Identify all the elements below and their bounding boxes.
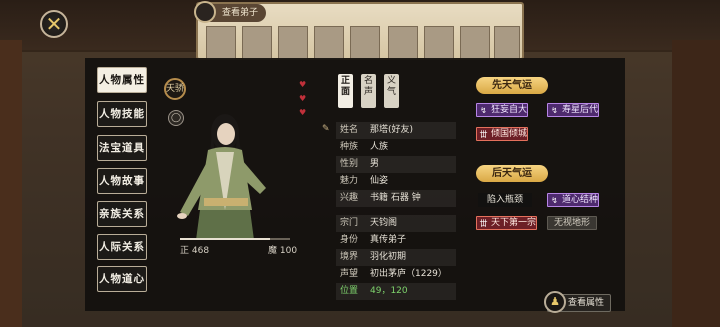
disciple-thumbnail[interactable] bbox=[494, 26, 520, 60]
fortune-tag[interactable]: 陷入瓶颈 bbox=[478, 193, 533, 207]
righteous-value: 正 468 bbox=[180, 246, 210, 256]
fortune-rune-icon: 丗 bbox=[479, 130, 488, 139]
edit-name-icon[interactable]: ✎ bbox=[322, 124, 332, 134]
heart-icon: ♥ bbox=[299, 80, 307, 89]
pillar-right bbox=[672, 40, 720, 327]
info-row-sect: 宗门 天钧阁 bbox=[336, 215, 456, 232]
info-row-position[interactable]: 位置 49，120 bbox=[336, 283, 456, 300]
menu-attributes[interactable]: 人物属性 bbox=[97, 67, 147, 93]
demonic-value: 魔 100 bbox=[268, 246, 298, 256]
info-row-interests: 兴趣 书籍 石器 钟 bbox=[336, 190, 456, 207]
talent-seal-icon[interactable]: 天骄 bbox=[164, 78, 186, 100]
figure-icon[interactable]: ♟ bbox=[544, 291, 566, 313]
menu-treasures[interactable]: 法宝道具 bbox=[97, 135, 147, 161]
info-row-identity: 身份 真传弟子 bbox=[340, 235, 407, 245]
tab-reputation[interactable]: 名声 bbox=[361, 74, 376, 108]
disciple-thumbnail[interactable] bbox=[206, 26, 236, 60]
alignment-bar-fill bbox=[180, 238, 271, 240]
fortune-tag[interactable]: 无视地形 bbox=[547, 216, 598, 230]
fortune-tag[interactable]: ↯ 寿星后代 bbox=[547, 103, 600, 117]
fortune-tag[interactable]: ↯ 道心结种 bbox=[547, 193, 600, 207]
info-row-gender: 性别男 bbox=[336, 156, 456, 173]
fortune-rune-icon: 丗 bbox=[479, 219, 488, 228]
heart-icon: ♥ bbox=[299, 94, 307, 103]
strip-avatar bbox=[194, 1, 216, 23]
tab-loyalty[interactable]: 义气 bbox=[384, 74, 399, 108]
disciple-thumbnail[interactable] bbox=[314, 26, 344, 60]
info-row-charm: 魅力 仙姿 bbox=[340, 176, 389, 186]
fortune-rune-icon: ↯ bbox=[551, 106, 558, 115]
disciple-thumbnail[interactable] bbox=[242, 26, 272, 60]
disciple-thumbnail[interactable] bbox=[350, 26, 380, 60]
disciple-thumbnail[interactable] bbox=[424, 26, 454, 60]
fortune-rune-icon: ↯ bbox=[551, 196, 558, 205]
info-row-realm: 境界 羽化初期 bbox=[336, 249, 456, 266]
menu-skills[interactable]: 人物技能 bbox=[97, 101, 147, 127]
info-row-prestige: 声望 初出茅庐（1229） bbox=[340, 269, 447, 279]
innate-fortune-header: 先天气运 bbox=[476, 77, 548, 94]
character-portrait bbox=[177, 114, 266, 240]
heart-icon: ♥ bbox=[299, 108, 307, 117]
pillar-left bbox=[0, 40, 22, 327]
fortune-tag[interactable]: 丗天下第一宗 bbox=[476, 216, 538, 230]
menu-family[interactable]: 亲族关系 bbox=[97, 201, 147, 227]
close-button[interactable]: ✕ bbox=[40, 10, 68, 38]
info-row-name: 姓名 那塔(好友) bbox=[336, 122, 456, 139]
menu-story[interactable]: 人物故事 bbox=[97, 168, 147, 194]
close-icon: ✕ bbox=[45, 12, 63, 36]
disciple-thumbnail[interactable] bbox=[278, 26, 308, 60]
menu-relations[interactable]: 人际关系 bbox=[97, 234, 147, 260]
fortune-tag[interactable]: ↯ 狂妄自大 bbox=[476, 103, 529, 117]
menu-dao-heart[interactable]: 人物道心 bbox=[97, 266, 147, 292]
disciple-thumbnail[interactable] bbox=[388, 26, 418, 60]
fortune-tag[interactable]: 丗倾国倾城 bbox=[476, 127, 529, 141]
disciple-thumbnail[interactable] bbox=[460, 26, 490, 60]
fortune-rune-icon: ↯ bbox=[480, 106, 487, 115]
acquired-fortune-header: 后天气运 bbox=[476, 165, 548, 182]
tab-righteous[interactable]: 正面 bbox=[338, 74, 353, 108]
info-row-race: 种族 人族 bbox=[340, 142, 389, 152]
